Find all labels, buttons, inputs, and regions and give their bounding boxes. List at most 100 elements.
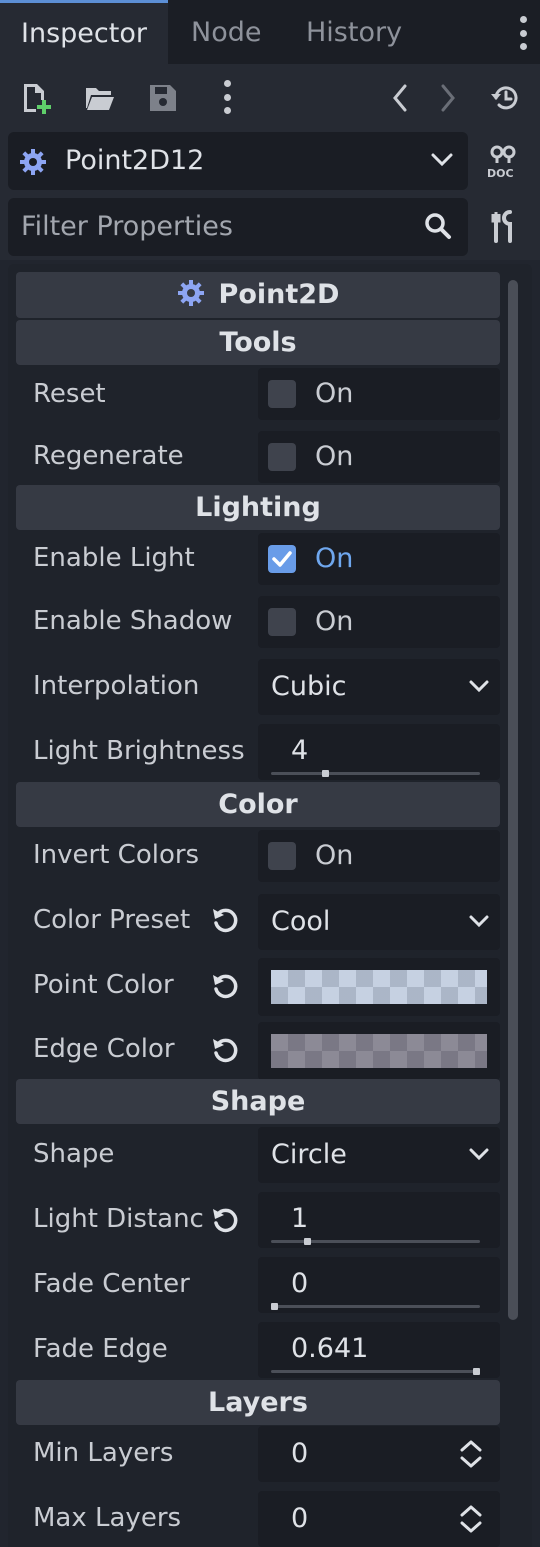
- spinbox-value: 0: [291, 1438, 309, 1469]
- checkbox-label: On: [315, 606, 354, 637]
- toolbar-kebab-icon[interactable]: [224, 80, 232, 114]
- checkbox-label: On: [315, 840, 354, 871]
- prop-max-layers-label: Max Layers: [33, 1503, 182, 1533]
- checkbox-box[interactable]: [268, 608, 296, 636]
- gear-icon: [19, 148, 47, 176]
- class-gear-icon: [177, 279, 205, 307]
- dropdown-value: Circle: [271, 1139, 347, 1170]
- slider-grabber[interactable]: [303, 1238, 311, 1245]
- svg-text:DOC: DOC: [487, 167, 514, 178]
- color-swatch[interactable]: [271, 970, 487, 1004]
- dropdown-value: Cubic: [271, 671, 347, 702]
- new-script-icon[interactable]: [20, 82, 52, 114]
- prop-interpolation-label: Interpolation: [33, 671, 200, 701]
- scrollbar[interactable]: [508, 280, 518, 1320]
- tab-menu-kebab-icon[interactable]: [520, 16, 528, 50]
- slider-track[interactable]: [271, 1368, 480, 1375]
- dropdown-value: Cool: [271, 906, 331, 937]
- prop-edge-color-picker[interactable]: [258, 1022, 500, 1080]
- prop-light-brightness-slider[interactable]: 4: [258, 724, 500, 780]
- slider-grabber[interactable]: [322, 770, 330, 777]
- prop-enable-shadow-label: Enable Shadow: [33, 606, 233, 636]
- tab-inspector[interactable]: Inspector: [0, 0, 168, 64]
- spinbox-value: 0: [291, 1503, 309, 1534]
- reset-icon[interactable]: [210, 1205, 240, 1235]
- checkbox-label: On: [315, 441, 354, 472]
- forward-arrow-icon[interactable]: [440, 84, 456, 112]
- history-icon[interactable]: [490, 84, 520, 112]
- chevron-down-icon: [468, 679, 490, 693]
- filter-properties-input[interactable]: Filter Properties: [8, 198, 468, 256]
- open-folder-icon[interactable]: [84, 84, 116, 112]
- section-color[interactable]: Color: [16, 782, 500, 827]
- prop-reset-checkbox[interactable]: On: [258, 368, 500, 420]
- checkbox-label: On: [315, 378, 354, 409]
- inspector-toolbar: [0, 64, 540, 128]
- save-icon[interactable]: [148, 83, 178, 113]
- prop-enable-light-label: Enable Light: [33, 543, 195, 573]
- prop-fade-edge-slider[interactable]: 0.641: [258, 1322, 500, 1378]
- slider-grabber[interactable]: [271, 1303, 278, 1310]
- checkbox-label: On: [315, 543, 354, 574]
- search-icon: [424, 212, 452, 240]
- slider-grabber[interactable]: [473, 1368, 480, 1375]
- prop-fade-center-label: Fade Center: [33, 1269, 190, 1299]
- slider-track[interactable]: [271, 770, 480, 777]
- doc-icon[interactable]: DOC: [486, 144, 520, 178]
- checkmark-icon: [272, 551, 292, 567]
- back-arrow-icon[interactable]: [392, 84, 408, 112]
- section-shape[interactable]: Shape: [16, 1079, 500, 1124]
- prop-shape-dropdown[interactable]: Circle: [258, 1127, 500, 1183]
- checkbox-box[interactable]: [268, 443, 296, 471]
- prop-light-brightness-label: Light Brightness: [33, 736, 245, 766]
- prop-min-layers-spinbox[interactable]: 0: [258, 1426, 500, 1482]
- prop-regenerate-checkbox[interactable]: On: [258, 431, 500, 483]
- node-selector[interactable]: Point2D12: [8, 132, 468, 190]
- prop-max-layers-spinbox[interactable]: 0: [258, 1491, 500, 1547]
- slider-value: 0.641: [291, 1333, 369, 1364]
- slider-value: 4: [291, 735, 309, 766]
- reset-icon[interactable]: [210, 971, 240, 1001]
- prop-invert-colors-label: Invert Colors: [33, 840, 200, 870]
- slider-track[interactable]: [271, 1303, 480, 1310]
- filter-placeholder: Filter Properties: [21, 211, 233, 242]
- spinner-icon[interactable]: [458, 1439, 484, 1469]
- checkbox-box[interactable]: [268, 842, 296, 870]
- node-name: Point2D12: [65, 145, 205, 176]
- prop-interpolation-dropdown[interactable]: Cubic: [258, 659, 500, 715]
- spinner-icon[interactable]: [458, 1504, 484, 1534]
- prop-invert-colors-checkbox[interactable]: On: [258, 830, 500, 882]
- prop-fade-center-slider[interactable]: 0: [258, 1257, 500, 1313]
- prop-min-layers-label: Min Layers: [33, 1438, 174, 1468]
- reset-icon[interactable]: [210, 1035, 240, 1065]
- slider-track[interactable]: [271, 1238, 480, 1245]
- prop-fade-edge-label: Fade Edge: [33, 1334, 168, 1364]
- prop-color-preset-dropdown[interactable]: Cool: [258, 894, 500, 950]
- prop-light-distance-label: Light Distanc: [33, 1204, 204, 1234]
- chevron-down-icon: [468, 914, 490, 928]
- prop-enable-light-checkbox[interactable]: On: [258, 533, 500, 585]
- checkbox-box[interactable]: [268, 380, 296, 408]
- tab-node[interactable]: Node: [191, 0, 261, 64]
- chevron-down-icon: [468, 1147, 490, 1161]
- prop-enable-shadow-checkbox[interactable]: On: [258, 596, 500, 648]
- class-header[interactable]: Point2D: [16, 272, 500, 318]
- slider-value: 1: [291, 1203, 309, 1234]
- section-tools[interactable]: Tools: [16, 320, 500, 365]
- class-name: Point2D: [218, 279, 340, 310]
- prop-shape-label: Shape: [33, 1139, 115, 1169]
- prop-color-preset-label: Color Preset: [33, 905, 191, 935]
- prop-light-distance-slider[interactable]: 1: [258, 1192, 500, 1248]
- slider-value: 0: [291, 1268, 309, 1299]
- checkbox-box-checked[interactable]: [268, 545, 296, 573]
- tools-icon[interactable]: [490, 210, 518, 244]
- prop-point-color-label: Point Color: [33, 970, 174, 1000]
- color-swatch[interactable]: [271, 1034, 487, 1068]
- section-layers[interactable]: Layers: [16, 1380, 500, 1425]
- prop-point-color-picker[interactable]: [258, 958, 500, 1016]
- reset-icon[interactable]: [210, 905, 240, 935]
- prop-regenerate-label: Regenerate: [33, 441, 184, 471]
- tab-history[interactable]: History: [306, 0, 402, 64]
- section-lighting[interactable]: Lighting: [16, 485, 500, 530]
- prop-reset-label: Reset: [33, 379, 106, 409]
